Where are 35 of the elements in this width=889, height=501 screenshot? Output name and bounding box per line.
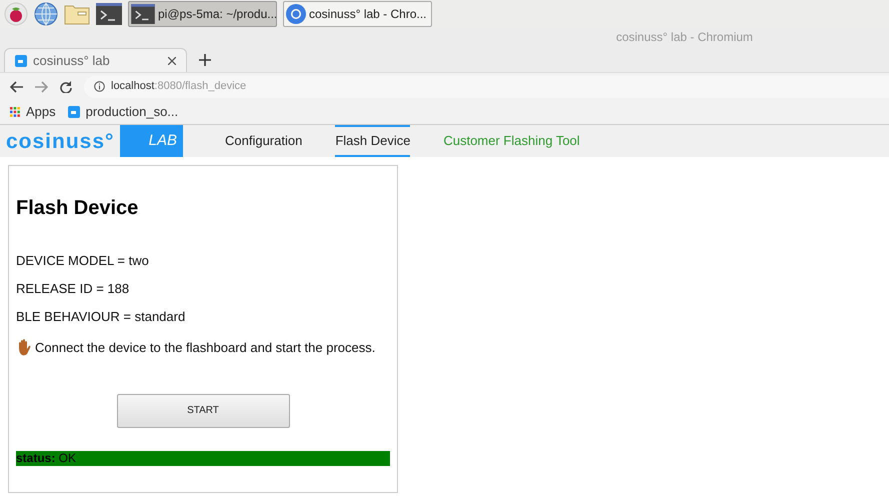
- device-info-text: DEVICE MODEL = two: [16, 253, 150, 268]
- forward-icon[interactable]: [35, 80, 48, 92]
- apps-grid-icon: [10, 107, 20, 117]
- folder-icon[interactable]: [64, 2, 90, 24]
- address-field[interactable]: localhost:8080/flash_device: [84, 76, 889, 98]
- back-icon[interactable]: [10, 80, 23, 92]
- reload-icon[interactable]: [60, 80, 72, 92]
- device-info-text: BLE BEHAVIOUR = standard: [16, 309, 186, 324]
- page-heading: Flash Device: [16, 196, 140, 221]
- raspberry-icon[interactable]: [4, 2, 28, 26]
- window-title: cosinuss° lab - Chromium: [616, 28, 753, 46]
- bookmark-link[interactable]: Apps: [10, 102, 56, 122]
- hand-icon: [16, 339, 32, 356]
- chromium-icon: [285, 2, 307, 24]
- site-logo: cosinuss°: [5, 128, 116, 154]
- site-favicon-icon: [15, 54, 27, 66]
- tab-title: cosinuss° lab: [33, 52, 111, 70]
- nav-link[interactable]: Configuration: [225, 125, 302, 157]
- lab-badge: LAB: [120, 125, 183, 157]
- browser-tab[interactable]: cosinuss° lab: [4, 48, 187, 72]
- instruction-text: Connect the device to the flashboard and start the process.: [35, 339, 376, 357]
- start-button[interactable]: START: [116, 394, 290, 428]
- status-bar: status: OK: [16, 450, 390, 466]
- taskbar-window-button[interactable]: pi@ps-5ma: ~/produ...: [128, 0, 277, 26]
- globe-icon[interactable]: [34, 2, 58, 26]
- terminal-icon: [130, 4, 156, 24]
- info-icon: [94, 81, 105, 92]
- terminal-icon[interactable]: [96, 2, 122, 24]
- close-icon[interactable]: [168, 56, 176, 64]
- site-favicon-icon: [68, 106, 80, 118]
- device-info-text: RELEASE ID = 188: [16, 281, 130, 296]
- nav-link[interactable]: Flash Device: [335, 125, 410, 157]
- taskbar-window-button[interactable]: cosinuss° lab - Chro...: [283, 0, 432, 26]
- new-tab-icon[interactable]: [199, 54, 211, 66]
- bookmark-link[interactable]: production_so...: [68, 102, 178, 122]
